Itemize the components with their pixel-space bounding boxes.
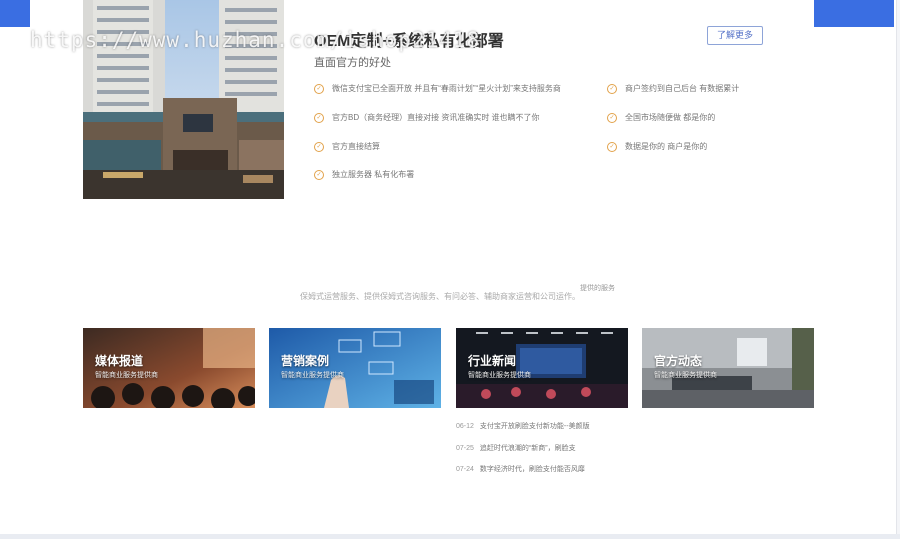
- feature-text: 数据是你的 商户是你的: [625, 142, 708, 151]
- header-accent-left: [0, 0, 30, 27]
- card-description: 智能商业服务提供商: [468, 372, 531, 379]
- news-item[interactable]: 07-25 追赶时代浪潮的“新商”，刷脸支: [456, 443, 576, 453]
- news-date: 07-25: [456, 445, 474, 452]
- check-circle-icon: ✓: [314, 112, 324, 123]
- card-description: 智能商业服务提供商: [95, 372, 158, 379]
- learn-more-button[interactable]: 了解更多: [707, 26, 763, 45]
- check-circle-icon: ✓: [607, 83, 617, 94]
- card-description: 智能商业服务提供商: [281, 372, 344, 379]
- news-title: 追赶时代浪潮的“新商”，刷脸支: [479, 445, 576, 452]
- feature-text: 独立服务器 私有化布署: [332, 170, 415, 179]
- card-title: 媒体报道: [95, 354, 144, 368]
- feature-item: ✓ 独立服务器 私有化布署: [314, 169, 414, 180]
- card-title: 官方动态: [654, 354, 703, 368]
- news-date: 06-12: [456, 423, 474, 430]
- feature-text: 官方BD（商务经理）直接对接 资讯准确实时 谁也瞒不了你: [332, 113, 540, 122]
- header-accent-right: [814, 0, 894, 27]
- check-circle-icon: ✓: [314, 169, 324, 180]
- bottom-bar: [0, 534, 900, 539]
- feature-item: ✓ 官方直接结算: [314, 141, 380, 152]
- news-date: 07-24: [456, 466, 474, 473]
- news-item[interactable]: 06-12 支付宝开放刷脸支付新功能--美颜版: [456, 421, 590, 431]
- card-marketing-cases[interactable]: 营销案例 智能商业服务提供商: [269, 328, 441, 408]
- news-item[interactable]: 07-24 数字经济时代，刷脸支付能否风靡: [456, 464, 585, 474]
- check-circle-icon: ✓: [314, 83, 324, 94]
- card-description: 智能商业服务提供商: [654, 372, 717, 379]
- card-official-updates[interactable]: 官方动态 智能商业服务提供商: [642, 328, 814, 408]
- feature-item: ✓ 微信支付宝已全面开放 并且有“春雨计划”“星火计划”来支持服务商: [314, 83, 561, 94]
- services-tag: 提供的服务: [580, 285, 615, 292]
- news-title: 数字经济时代，刷脸支付能否风靡: [479, 466, 585, 473]
- feature-item: ✓ 数据是你的 商户是你的: [607, 141, 707, 152]
- feature-item: ✓ 官方BD（商务经理）直接对接 资讯准确实时 谁也瞒不了你: [314, 112, 540, 123]
- card-industry-news[interactable]: 行业新闻 智能商业服务提供商: [456, 328, 628, 408]
- feature-item: ✓ 全国市场随便做 都是你的: [607, 112, 715, 123]
- check-circle-icon: ✓: [607, 112, 617, 123]
- news-title: 支付宝开放刷脸支付新功能--美颜版: [479, 423, 590, 430]
- card-media-reports[interactable]: 媒体报道 智能商业服务提供商: [83, 328, 255, 408]
- check-circle-icon: ✓: [607, 141, 617, 152]
- feature-text: 微信支付宝已全面开放 并且有“春雨计划”“星火计划”来支持服务商: [332, 84, 561, 93]
- services-description: 保姆式运营服务、提供保姆式咨询服务、有问必答、辅助商家运营和公司运作。: [300, 292, 580, 301]
- watermark-url: https://www.huzhan.com/ishop21418: [30, 28, 481, 52]
- feature-text: 官方直接结算: [332, 142, 380, 151]
- page-canvas: OEM定制+系统私有化部署 直面官方的好处 了解更多 ✓ 微信支付宝已全面开放 …: [0, 0, 897, 534]
- card-title: 营销案例: [281, 354, 330, 368]
- oem-subtitle: 直面官方的好处: [314, 57, 391, 69]
- feature-text: 全国市场随便做 都是你的: [625, 113, 716, 122]
- feature-text: 商户签约到自己后台 有数据累计: [625, 84, 740, 93]
- card-title: 行业新闻: [468, 354, 517, 368]
- check-circle-icon: ✓: [314, 141, 324, 152]
- feature-item: ✓ 商户签约到自己后台 有数据累计: [607, 83, 739, 94]
